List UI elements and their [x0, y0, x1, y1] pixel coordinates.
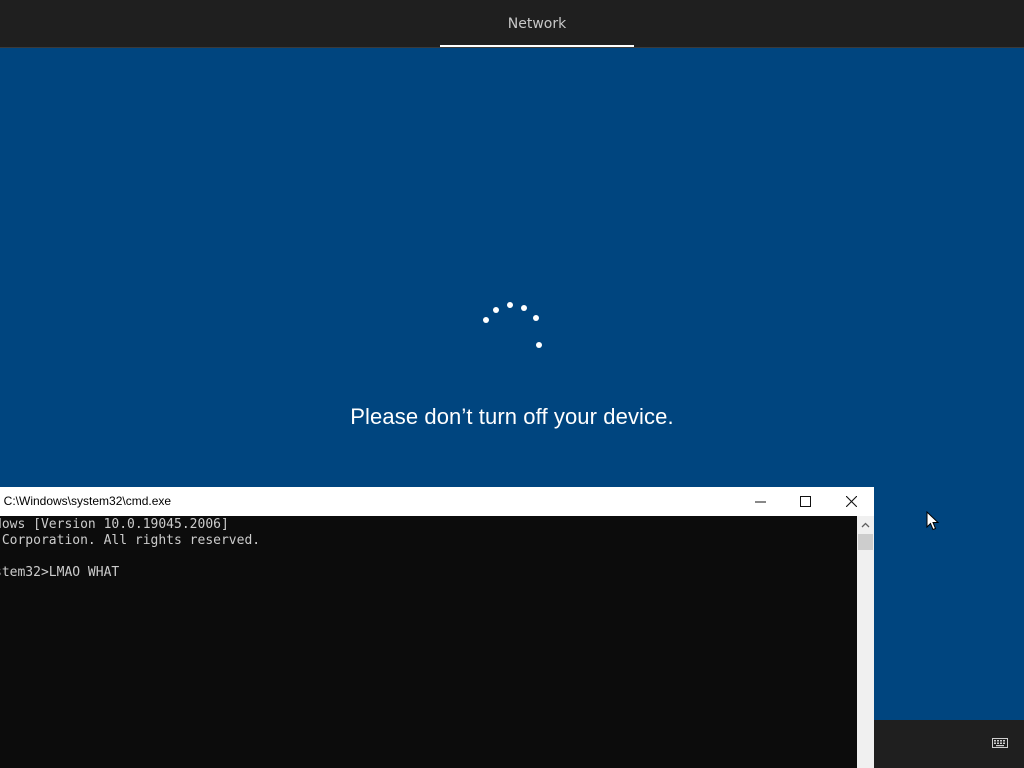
active-tab-indicator [440, 45, 634, 47]
status-message: Please don’t turn off your device. [350, 404, 674, 429]
window-title: : C:\Windows\system32\cmd.exe [0, 494, 172, 508]
maximize-button[interactable] [782, 487, 828, 516]
minimize-button[interactable] [737, 487, 783, 516]
top-bar: Network [0, 0, 1024, 48]
cmd-title-bar[interactable]: : C:\Windows\system32\cmd.exe [0, 487, 874, 516]
chevron-up-icon [861, 522, 870, 527]
scroll-thumb[interactable] [858, 534, 873, 550]
spinner-dot [493, 307, 499, 313]
tab-network: Network [507, 15, 567, 32]
maximize-icon [799, 496, 811, 507]
cmd-window[interactable]: : C:\Windows\system32\cmd.exe dows [Vers… [0, 487, 874, 768]
console-line: dows [Version 10.0.19045.2006] [0, 517, 229, 532]
spinner-dot [483, 317, 489, 323]
minimize-icon [754, 501, 766, 503]
keyboard-icon[interactable] [992, 736, 1008, 750]
console-output[interactable]: dows [Version 10.0.19045.2006] Corporati… [0, 516, 857, 768]
close-icon [845, 496, 857, 507]
scroll-up-button[interactable] [857, 516, 874, 533]
close-button[interactable] [828, 487, 874, 516]
mouse-cursor-icon [926, 511, 940, 531]
oobe-screen: Network Please don’t turn off your devic… [0, 0, 1024, 768]
spinner-dot [521, 305, 527, 311]
vertical-scrollbar[interactable] [857, 516, 874, 768]
console-line: stem32>LMAO WHAT [0, 565, 120, 580]
spinner-dot [536, 342, 542, 348]
spinner-dot [533, 315, 539, 321]
spinner-dot [507, 302, 513, 308]
bottom-taskbar [874, 720, 1024, 768]
console-line: Corporation. All rights reserved. [0, 533, 261, 548]
